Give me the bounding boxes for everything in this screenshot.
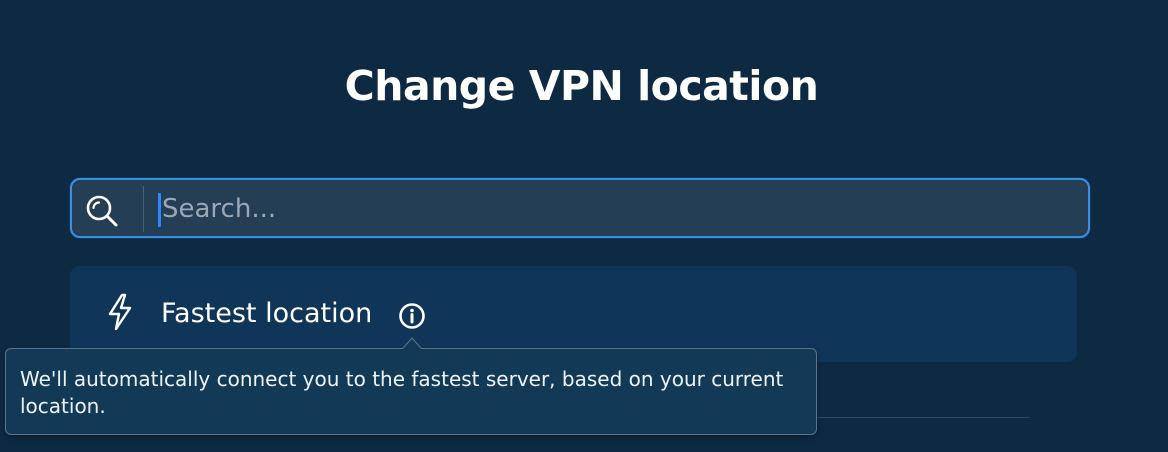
search-box[interactable]	[70, 178, 1090, 238]
lightning-bolt-icon	[106, 293, 134, 331]
tooltip-arrow	[402, 337, 422, 349]
text-caret	[158, 193, 161, 227]
tooltip-text: We'll automatically connect you to the f…	[20, 367, 784, 418]
search-divider	[143, 186, 144, 232]
info-tooltip: We'll automatically connect you to the f…	[5, 337, 817, 435]
search-icon	[84, 193, 120, 229]
search-input[interactable]	[162, 184, 1062, 234]
info-icon[interactable]	[398, 302, 426, 330]
list-divider	[800, 417, 1030, 418]
fastest-location-label: Fastest location	[161, 298, 373, 329]
page-title: Change VPN location	[344, 62, 819, 110]
